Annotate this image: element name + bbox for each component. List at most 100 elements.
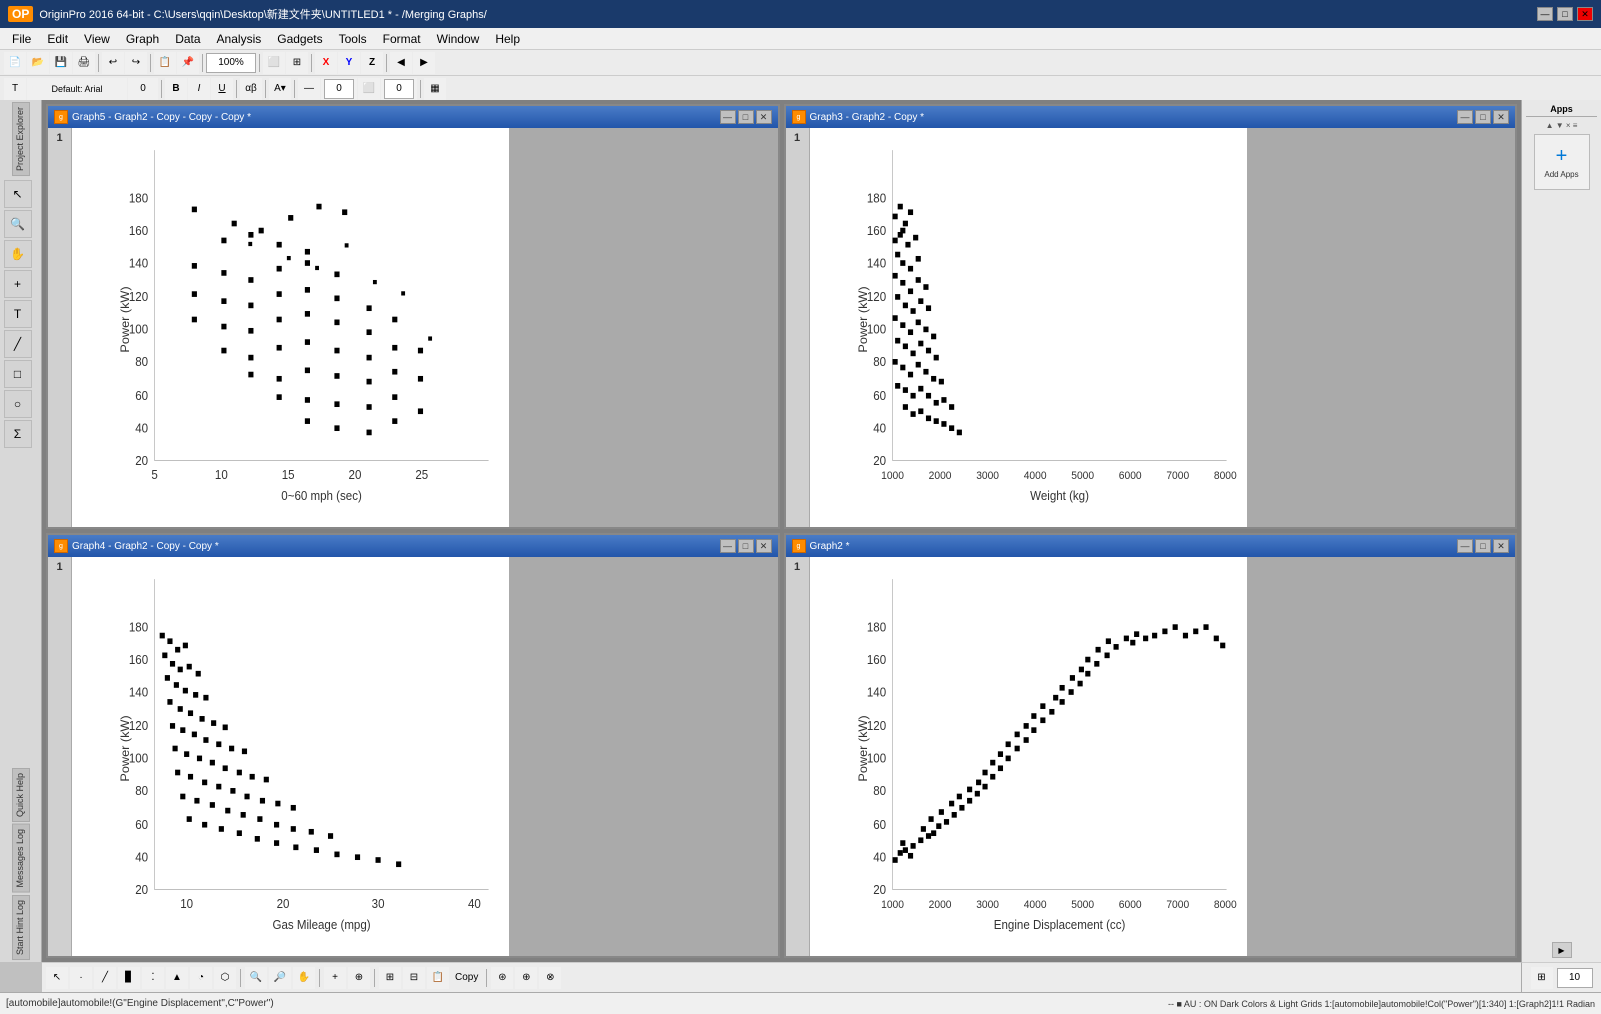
bt-pan[interactable]: ✋ <box>293 967 315 989</box>
graph4-minimize[interactable]: — <box>720 539 736 553</box>
tb-fit[interactable]: ⬜ <box>263 52 285 74</box>
graph2-titlebar[interactable]: g Graph2 * — □ ✕ <box>786 535 1516 557</box>
num-input[interactable]: 10 <box>1557 968 1593 988</box>
bt-split[interactable]: ⊟ <box>403 967 425 989</box>
menu-tools[interactable]: Tools <box>331 30 375 48</box>
bt-merge[interactable]: ⊞ <box>379 967 401 989</box>
bt-misc2[interactable]: ⊕ <box>515 967 537 989</box>
graph5-titlebar[interactable]: g Graph5 - Graph2 - Copy - Copy - Copy *… <box>48 106 778 128</box>
bt-screen-reader[interactable]: ⊕ <box>348 967 370 989</box>
start-hint-log-tab[interactable]: Start Hint Log <box>12 895 30 960</box>
tb-font-size[interactable]: 0 <box>128 78 158 100</box>
tb-line-style[interactable]: — <box>298 78 320 100</box>
tb-undo[interactable]: ↩ <box>102 52 124 74</box>
menu-file[interactable]: File <box>4 30 39 48</box>
tb-z[interactable]: Z <box>361 52 383 74</box>
menu-analysis[interactable]: Analysis <box>209 30 270 48</box>
tb-line-width[interactable] <box>321 78 357 100</box>
bt-pointer[interactable]: ↖ <box>46 967 68 989</box>
bt-zoom-out[interactable]: 🔎 <box>269 967 291 989</box>
graph2-plot-area[interactable]: 20 40 60 80 100 120 140 160 180 1000 200… <box>810 557 1516 956</box>
tb-bold[interactable]: B <box>165 78 187 100</box>
maximize-button[interactable]: □ <box>1557 7 1573 21</box>
tb-save[interactable]: 💾 <box>50 52 72 74</box>
graph3-close[interactable]: ✕ <box>1493 110 1509 124</box>
tool-pan[interactable]: ✋ <box>4 240 32 268</box>
graph2-close[interactable]: ✕ <box>1493 539 1509 553</box>
tool-text[interactable]: T <box>4 300 32 328</box>
bt-pie[interactable]: ◔ <box>190 967 212 989</box>
messages-log-tab[interactable]: Messages Log <box>12 824 30 893</box>
tb-open[interactable]: 📂 <box>27 52 49 74</box>
graph2-minimize[interactable]: — <box>1457 539 1473 553</box>
graph3-titlebar[interactable]: g Graph3 - Graph2 - Copy * — □ ✕ <box>786 106 1516 128</box>
tb-new[interactable]: 📄 <box>4 52 26 74</box>
tb-prev[interactable]: ◀ <box>390 52 412 74</box>
menu-graph[interactable]: Graph <box>118 30 167 48</box>
tool-draw-circle[interactable]: ○ <box>4 390 32 418</box>
tb-pattern[interactable]: ▦ <box>424 78 446 100</box>
graph3-maximize[interactable]: □ <box>1475 110 1491 124</box>
bt-right-misc[interactable]: ⊞ <box>1531 967 1553 989</box>
tb-underline[interactable]: U <box>211 78 233 100</box>
line-width-input[interactable] <box>324 79 354 99</box>
right-tool-1[interactable]: ▶ <box>1552 942 1572 958</box>
bt-bar[interactable]: ▊ <box>118 967 140 989</box>
tb-next[interactable]: ▶ <box>413 52 435 74</box>
tb-fill-rect[interactable]: ⬜ <box>358 78 380 100</box>
tb-alpha[interactable]: αβ <box>240 78 262 100</box>
tb-italic[interactable]: I <box>188 78 210 100</box>
tb-copy[interactable]: 📋 <box>154 52 176 74</box>
graph4-plot-area[interactable]: 20 40 60 80 100 120 140 160 180 10 20 30… <box>72 557 778 956</box>
tool-data-reader[interactable]: + <box>4 270 32 298</box>
bt-copy-graph[interactable]: 📋 <box>427 967 449 989</box>
project-explorer-tab[interactable]: Project Explorer <box>12 102 30 176</box>
close-button[interactable]: ✕ <box>1577 7 1593 21</box>
menu-gadgets[interactable]: Gadgets <box>269 30 330 48</box>
graph5-close[interactable]: ✕ <box>756 110 772 124</box>
menu-help[interactable]: Help <box>487 30 528 48</box>
bt-scatter[interactable]: ⁚ <box>142 967 164 989</box>
bt-misc1[interactable]: ⊛ <box>491 967 513 989</box>
bt-3d[interactable]: ⬡ <box>214 967 236 989</box>
bt-dot[interactable]: · <box>70 967 92 989</box>
bt-data-reader[interactable]: + <box>324 967 346 989</box>
tb-fill-input[interactable] <box>381 78 417 100</box>
tb-redo[interactable]: ↪ <box>125 52 147 74</box>
bt-line[interactable]: ╱ <box>94 967 116 989</box>
zoom-input[interactable] <box>206 53 256 73</box>
tb-y[interactable]: Y <box>338 52 360 74</box>
tool-formula[interactable]: Σ <box>4 420 32 448</box>
graph5-minimize[interactable]: — <box>720 110 736 124</box>
tool-pointer[interactable]: ↖ <box>4 180 32 208</box>
graph4-titlebar[interactable]: g Graph4 - Graph2 - Copy - Copy * — □ ✕ <box>48 535 778 557</box>
quick-help-tab[interactable]: Quick Help <box>12 768 30 822</box>
graph4-maximize[interactable]: □ <box>738 539 754 553</box>
bt-area[interactable]: ▲ <box>166 967 188 989</box>
tool-zoom[interactable]: 🔍 <box>4 210 32 238</box>
tb-paste[interactable]: 📌 <box>177 52 199 74</box>
add-apps-button[interactable]: + Add Apps <box>1534 134 1590 190</box>
fill-input[interactable] <box>384 79 414 99</box>
bt-zoom-in[interactable]: 🔍 <box>245 967 267 989</box>
tb-grid[interactable]: ⊞ <box>286 52 308 74</box>
menu-window[interactable]: Window <box>429 30 488 48</box>
graph3-minimize[interactable]: — <box>1457 110 1473 124</box>
tb-font-name[interactable]: Default: Arial <box>27 78 127 100</box>
minimize-button[interactable]: — <box>1537 7 1553 21</box>
tb-print[interactable]: 🖨 <box>73 52 95 74</box>
tb-x[interactable]: X <box>315 52 337 74</box>
tool-draw-line[interactable]: ╱ <box>4 330 32 358</box>
menu-data[interactable]: Data <box>167 30 208 48</box>
menu-view[interactable]: View <box>76 30 118 48</box>
graph5-plot-area[interactable]: 20 40 60 80 100 120 140 160 180 5 10 15 … <box>72 128 778 527</box>
bt-misc3[interactable]: ⊗ <box>539 967 561 989</box>
menu-format[interactable]: Format <box>375 30 429 48</box>
graph4-close[interactable]: ✕ <box>756 539 772 553</box>
graph5-maximize[interactable]: □ <box>738 110 754 124</box>
menu-edit[interactable]: Edit <box>39 30 76 48</box>
graph3-plot-area[interactable]: 20 40 60 80 100 120 140 160 180 1000 200… <box>810 128 1516 527</box>
graph2-maximize[interactable]: □ <box>1475 539 1491 553</box>
tb-fill-color[interactable]: A▾ <box>269 78 291 100</box>
tb-font-icon[interactable]: T <box>4 78 26 100</box>
